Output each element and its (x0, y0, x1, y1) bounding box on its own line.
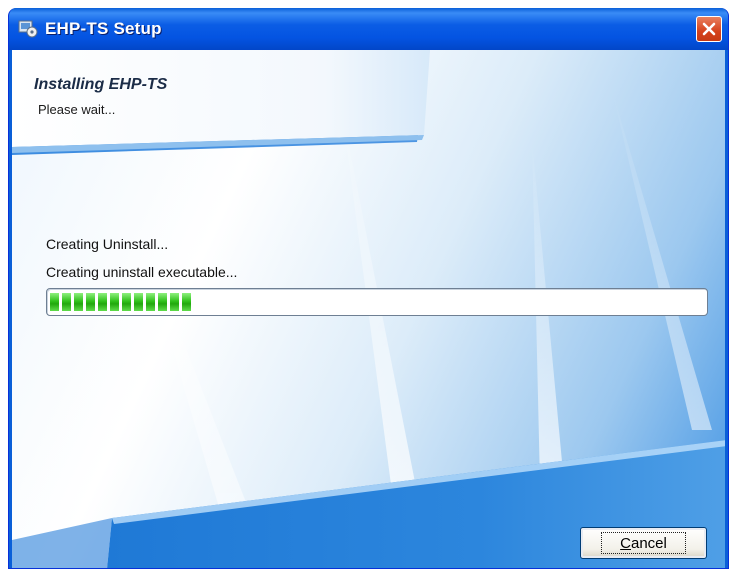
progress-segment (158, 293, 167, 311)
progress-segment (62, 293, 71, 311)
cancel-label-rest: ancel (630, 535, 667, 552)
header-subtitle: Please wait... (38, 102, 116, 117)
cancel-button[interactable]: Cancel (580, 527, 707, 559)
close-button[interactable] (696, 16, 722, 42)
header-title: Installing EHP-TS (34, 76, 168, 93)
progress-segment (122, 293, 131, 311)
progress-segment (98, 293, 107, 311)
window-title: EHP-TS Setup (45, 19, 162, 38)
cancel-label: Cancel (601, 532, 686, 554)
progress-segment (86, 293, 95, 311)
status-action: Creating Uninstall... (46, 236, 169, 252)
progress-fill (50, 293, 191, 311)
progress-segment (74, 293, 83, 311)
installer-icon (18, 20, 38, 38)
progress-segment (170, 293, 179, 311)
progress-segment (110, 293, 119, 311)
progress-segment (182, 293, 191, 311)
installer-panel: Installing EHP-TS Please wait... Creatin… (12, 50, 725, 568)
progress-segment (146, 293, 155, 311)
progress-bar (46, 288, 708, 316)
progress-segment (50, 293, 59, 311)
setup-window: EHP-TS Setup Installing EHP-TS Please wa… (8, 8, 729, 569)
cancel-mnemonic: C (620, 535, 631, 552)
progress-segment (134, 293, 143, 311)
status-detail: Creating uninstall executable... (46, 264, 238, 280)
title-bar[interactable]: EHP-TS Setup (9, 8, 728, 50)
close-icon (702, 22, 716, 36)
